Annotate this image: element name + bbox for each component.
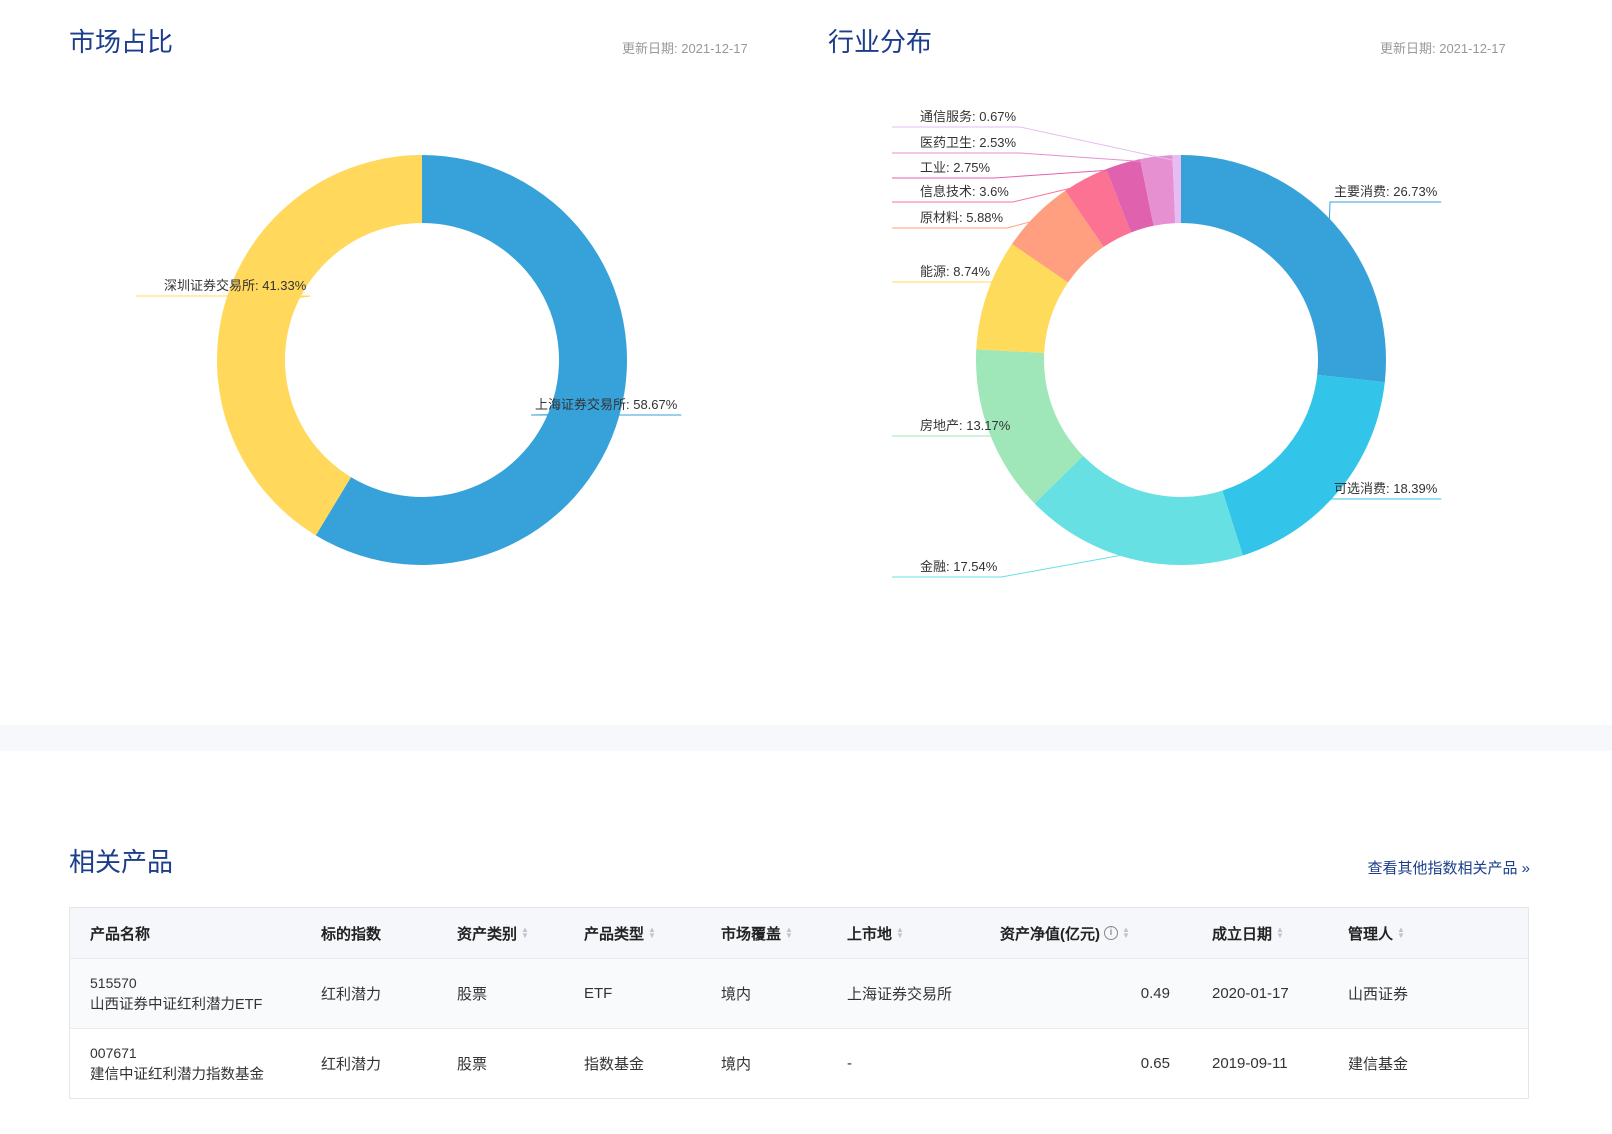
column-header: 标的指数 — [321, 925, 382, 943]
product-name-cell[interactable]: 007671 建信中证红利潜力指数基金 — [90, 1029, 275, 1098]
view-more-link[interactable]: 查看其他指数相关产品 » — [1367, 857, 1530, 878]
cell-market: 境内 — [721, 1056, 752, 1073]
cell-asset: 股票 — [457, 986, 488, 1003]
donut-charts: 上海证券交易所: 58.67% 深圳证券交易所: 41.33% 主要消费: 26.7… — [136, 109, 1442, 578]
sort-icon[interactable]: ▲ ▼ — [896, 926, 904, 940]
slice-label: 深圳证券交易所: 41.33% — [164, 278, 307, 293]
cell-manager: 山西证券 — [1348, 986, 1409, 1003]
slice-label: 工业: 2.75% — [920, 160, 991, 175]
column-header[interactable]: 资产类别 ▲ ▼ — [457, 908, 529, 958]
product-code: 515570 — [90, 974, 137, 991]
column-header[interactable]: 管理人 ▲ ▼ — [1348, 908, 1405, 958]
cell-asset: 股票 — [457, 1056, 488, 1073]
cell-index: 红利潜力 — [321, 1056, 382, 1073]
slice-深圳证券交易所[interactable] — [216, 155, 422, 536]
slice-可选消费[interactable] — [1222, 374, 1385, 556]
cell-venue: 上海证券交易所 — [847, 986, 953, 1003]
section-divider — [0, 725, 1612, 751]
table-row[interactable]: 007671 建信中证红利潜力指数基金 红利潜力 股票 指数基金 境内 - 0.65 2019-… — [70, 1028, 1528, 1098]
column-header: 产品名称 — [90, 925, 151, 943]
label-leader-line — [1328, 201, 1442, 228]
cell-index: 红利潜力 — [321, 986, 382, 1003]
sort-icon[interactable]: ▲ ▼ — [1397, 926, 1405, 940]
product-code: 007671 — [90, 1044, 137, 1061]
column-header[interactable]: 市场覆盖 ▲ ▼ — [721, 908, 793, 958]
column-header[interactable]: 成立日期 ▲ ▼ — [1212, 908, 1284, 958]
sort-icon[interactable]: ▲ ▼ — [1122, 926, 1130, 940]
product-name-cell[interactable]: 515570 山西证券中证红利潜力ETF — [90, 959, 275, 1028]
slice-label: 医药卫生: 2.53% — [920, 135, 1017, 150]
cell-type: 指数基金 — [584, 1056, 645, 1073]
slice-label: 上海证券交易所: 58.67% — [535, 397, 678, 412]
sort-icon[interactable]: ▲ ▼ — [1276, 926, 1284, 940]
info-icon[interactable]: i — [1104, 926, 1118, 940]
cell-nav: 0.49 — [1140, 985, 1170, 1002]
cell-nav: 0.65 — [1140, 1055, 1170, 1072]
product-name[interactable]: 建信中证红利潜力指数基金 — [90, 1064, 264, 1086]
slice-label: 可选消费: 18.39% — [1334, 481, 1438, 496]
related-products-title: 相关产品 — [69, 847, 174, 877]
cell-venue: - — [847, 1055, 852, 1072]
products-table: 产品名称 标的指数 资产类别 ▲ ▼ 产品类型 ▲ ▼ 市场覆盖 ▲ ▼ 上市地 ▲ ▼ 资产净值(亿元) i… — [69, 907, 1529, 1099]
column-header[interactable]: 上市地 ▲ ▼ — [847, 908, 904, 958]
product-name[interactable]: 山西证券中证红利潜力ETF — [90, 994, 262, 1016]
cell-date: 2020-01-17 — [1212, 985, 1289, 1002]
slice-label: 能源: 8.74% — [920, 264, 991, 279]
slice-label: 原材料: 5.88% — [920, 210, 1004, 225]
slice-label: 主要消费: 26.73% — [1334, 184, 1438, 199]
sort-icon[interactable]: ▲ ▼ — [521, 926, 529, 940]
cell-market: 境内 — [721, 986, 752, 1003]
cell-type: ETF — [584, 985, 613, 1002]
cell-manager: 建信基金 — [1348, 1056, 1409, 1073]
column-header[interactable]: 资产净值(亿元) i ▲ ▼ — [1000, 908, 1130, 958]
sort-icon[interactable]: ▲ ▼ — [648, 926, 656, 940]
sort-icon[interactable]: ▲ ▼ — [785, 926, 793, 940]
label-leader-line — [892, 281, 995, 297]
slice-label: 金融: 17.54% — [920, 559, 998, 574]
table-row[interactable]: 515570 山西证券中证红利潜力ETF 红利潜力 股票 ETF 境内 上海证券交易所 0.4… — [70, 958, 1528, 1028]
table-header: 产品名称 标的指数 资产类别 ▲ ▼ 产品类型 ▲ ▼ 市场覆盖 ▲ ▼ 上市地 ▲ ▼ 资产净值(亿元) i… — [70, 908, 1528, 958]
cell-date: 2019-09-11 — [1212, 1055, 1288, 1072]
column-header[interactable]: 产品类型 ▲ ▼ — [584, 908, 656, 958]
slice-label: 信息技术: 3.6% — [920, 184, 1009, 199]
slice-label: 通信服务: 0.67% — [920, 109, 1017, 124]
